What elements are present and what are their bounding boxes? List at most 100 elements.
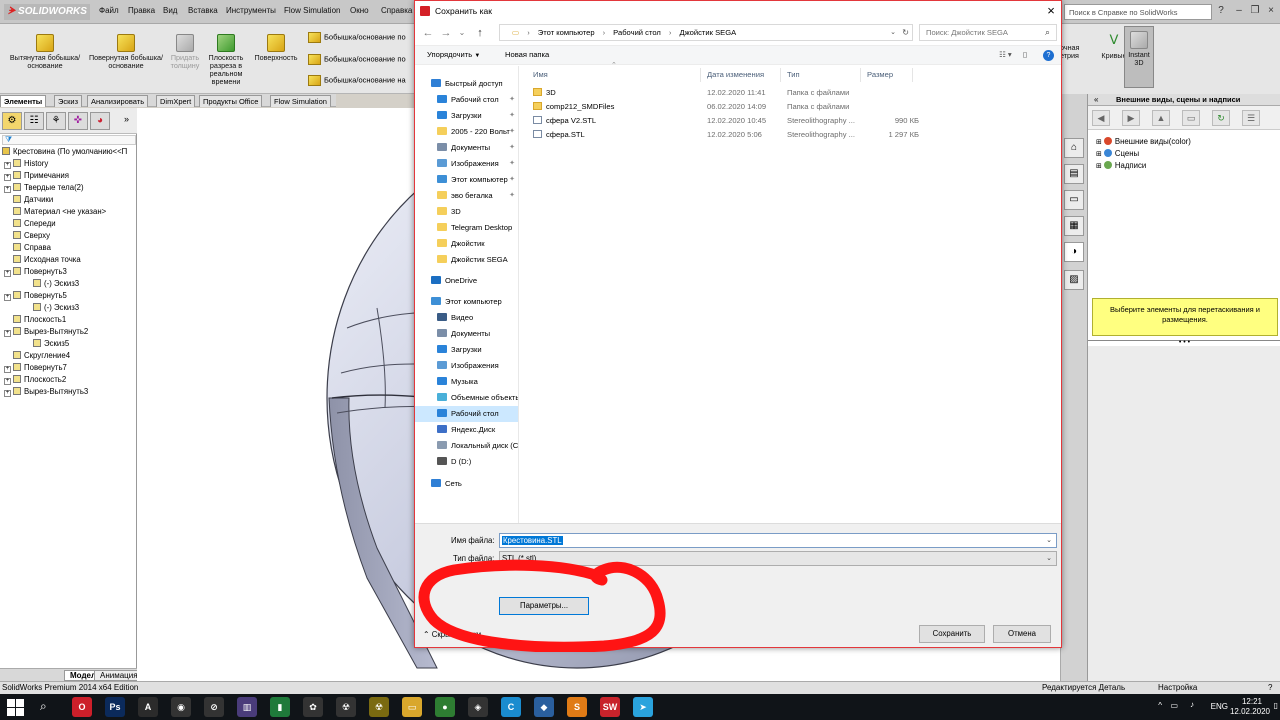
- nav-item[interactable]: Видео: [415, 310, 518, 326]
- tree-item[interactable]: Материал <не указан>: [4, 206, 106, 218]
- expand-toggle-icon[interactable]: +: [4, 378, 11, 385]
- expand-toggle-icon[interactable]: +: [4, 330, 11, 337]
- dialog-close-icon[interactable]: ×: [1041, 1, 1061, 21]
- nav-item[interactable]: 2005 - 220 Вольт ✦: [415, 124, 518, 140]
- nav-item[interactable]: Документы: [415, 326, 518, 342]
- live-section-plane-button[interactable]: Плоскость разреза в реальном времени: [204, 34, 248, 86]
- tree-root-part[interactable]: Крестовина (По умолчанию<<П: [2, 146, 127, 158]
- explorer-icon[interactable]: ▭: [402, 697, 422, 717]
- chevron-down-icon[interactable]: ⌄: [1046, 534, 1052, 547]
- network-tray-icon[interactable]: ▭: [1170, 701, 1178, 710]
- chevron-down-icon[interactable]: ⌄: [890, 25, 896, 40]
- app-icon[interactable]: ◆: [534, 697, 554, 717]
- nav-item[interactable]: Сеть: [415, 476, 518, 492]
- solidworks-icon[interactable]: SW: [600, 697, 620, 717]
- tree-item[interactable]: + Примечания: [4, 170, 69, 182]
- file-name-input[interactable]: Крестовина.STL ⌄: [499, 533, 1057, 548]
- expand-toggle-icon[interactable]: +: [4, 186, 11, 193]
- feature-tree-tab-icon[interactable]: ⚙: [2, 112, 22, 130]
- sublime-icon[interactable]: S: [567, 697, 587, 717]
- tree-item[interactable]: + Вырез-Вытянуть3: [4, 386, 88, 398]
- tab-2[interactable]: Анализировать: [87, 95, 149, 107]
- solidworks-logo[interactable]: ᗘ SOLIDWORKS: [4, 4, 90, 20]
- nav-item[interactable]: Объемные объекты: [415, 390, 518, 406]
- tray-overflow-icon[interactable]: ^: [1158, 701, 1162, 710]
- minimize-icon[interactable]: –: [1232, 4, 1246, 18]
- forward-arrow-icon[interactable]: →: [439, 26, 453, 40]
- thicken-button[interactable]: Придать толщину: [166, 34, 204, 70]
- dimxpert-icon[interactable]: ✜: [68, 112, 88, 130]
- expand-toggle-icon[interactable]: +: [4, 270, 11, 277]
- breadcrumb-this-pc[interactable]: Этот компьютер: [538, 28, 595, 37]
- opera-icon[interactable]: O: [72, 697, 92, 717]
- tab-0[interactable]: Элементы: [0, 95, 47, 107]
- pin-icon[interactable]: ✦: [509, 172, 515, 188]
- telegram-icon[interactable]: ➤: [633, 697, 653, 717]
- nav-item[interactable]: Рабочий стол ✦: [415, 92, 518, 108]
- radiation-icon[interactable]: ☢: [369, 697, 389, 717]
- appearance-tree-item[interactable]: ⊞ Сцены: [1096, 148, 1139, 160]
- tree-item[interactable]: Сверху: [4, 230, 50, 242]
- notifications-icon[interactable]: ▯: [1274, 701, 1278, 710]
- list-view-icon[interactable]: ☰: [1242, 110, 1260, 126]
- nav-item[interactable]: Изображения ✦: [415, 156, 518, 172]
- volume-icon[interactable]: ♪: [1190, 700, 1194, 709]
- expand-toggle-icon[interactable]: ⊞: [1096, 151, 1102, 158]
- nav-item[interactable]: D (D:): [415, 454, 518, 470]
- nav-item[interactable]: Telegram Desktop: [415, 220, 518, 236]
- help-status-icon[interactable]: ?: [1268, 682, 1272, 694]
- nav-item[interactable]: Этот компьютер ✦: [415, 172, 518, 188]
- photoshop-icon[interactable]: Ps: [105, 697, 125, 717]
- revolve-boss-button[interactable]: Повернутая бобышка/основание: [86, 34, 166, 70]
- column-header-type[interactable]: Тип: [781, 68, 861, 82]
- tree-item[interactable]: + History: [4, 158, 48, 170]
- back-icon[interactable]: ◀: [1092, 110, 1110, 126]
- file-row[interactable]: сфера V2.STL 12.02.2020 10:45 Stereolithog…: [527, 114, 927, 128]
- pin-icon[interactable]: ✦: [509, 156, 515, 172]
- menu-item-4[interactable]: Инструменты: [226, 6, 276, 15]
- hide-folders-toggle[interactable]: ⌃ Скрыть папки: [423, 630, 481, 639]
- configuration-icon[interactable]: ⚘: [46, 112, 66, 130]
- tree-item[interactable]: Плоскость1: [4, 314, 66, 326]
- column-header-date[interactable]: Дата изменения: [701, 68, 781, 82]
- tree-item[interactable]: + Повернуть5: [4, 290, 67, 302]
- 3d-builder-icon[interactable]: ◈: [468, 697, 488, 717]
- expand-toggle-icon[interactable]: +: [4, 390, 11, 397]
- dialog-search-input[interactable]: Поиск: Джойстик SEGA: [919, 24, 1057, 41]
- expand-arrows-icon[interactable]: »: [124, 114, 129, 124]
- recent-locations-icon[interactable]: ⌄: [455, 26, 469, 40]
- help-icon[interactable]: ?: [1043, 50, 1054, 61]
- nav-item[interactable]: Музыка: [415, 374, 518, 390]
- expand-toggle-icon[interactable]: +: [4, 162, 11, 169]
- up-arrow-icon[interactable]: ↑: [473, 26, 487, 40]
- paint-icon[interactable]: ✿: [303, 697, 323, 717]
- tree-item[interactable]: + Твердые тела(2): [4, 182, 84, 194]
- file-row[interactable]: 3D 12.02.2020 11:41 Папка с файлами: [527, 86, 927, 100]
- clock-date[interactable]: 12.02.2020: [1230, 707, 1270, 716]
- radiation-icon[interactable]: ☢: [336, 697, 356, 717]
- forward-icon[interactable]: ▶: [1122, 110, 1140, 126]
- expand-toggle-icon[interactable]: ⊞: [1096, 139, 1102, 146]
- tree-item[interactable]: (-) Эскиз3: [24, 302, 79, 314]
- chrome-icon[interactable]: ●: [435, 697, 455, 717]
- pin-icon[interactable]: ✦: [509, 140, 515, 156]
- column-header-size[interactable]: Размер: [861, 68, 913, 82]
- extrude-boss-button[interactable]: Вытянутая бобышка/основание: [4, 34, 86, 70]
- view-options-icon[interactable]: ☷ ▾: [999, 46, 1012, 64]
- file-type-select[interactable]: STL (*.stl) ⌄: [499, 551, 1057, 566]
- expand-toggle-icon[interactable]: +: [4, 294, 11, 301]
- nav-item[interactable]: Джойстик: [415, 236, 518, 252]
- folder-icon[interactable]: ▭: [1182, 110, 1200, 126]
- expand-toggle-icon[interactable]: +: [4, 366, 11, 373]
- tab-1[interactable]: Эскиз: [54, 95, 83, 107]
- archicad-icon[interactable]: A: [138, 697, 158, 717]
- compass-icon[interactable]: ⊘: [204, 697, 224, 717]
- display-manager-icon[interactable]: ◕: [90, 112, 110, 130]
- tree-item[interactable]: + Вырез-Вытянуть2: [4, 326, 88, 338]
- nav-item[interactable]: Загрузки: [415, 342, 518, 358]
- tab-4[interactable]: Продукты Office: [199, 95, 263, 107]
- menu-item-2[interactable]: Вид: [163, 6, 177, 15]
- address-bar[interactable]: ▭ › Этот компьютер › Рабочий стол › Джой…: [499, 24, 913, 41]
- tree-item[interactable]: + Повернуть7: [4, 362, 67, 374]
- menu-item-3[interactable]: Вставка: [188, 6, 218, 15]
